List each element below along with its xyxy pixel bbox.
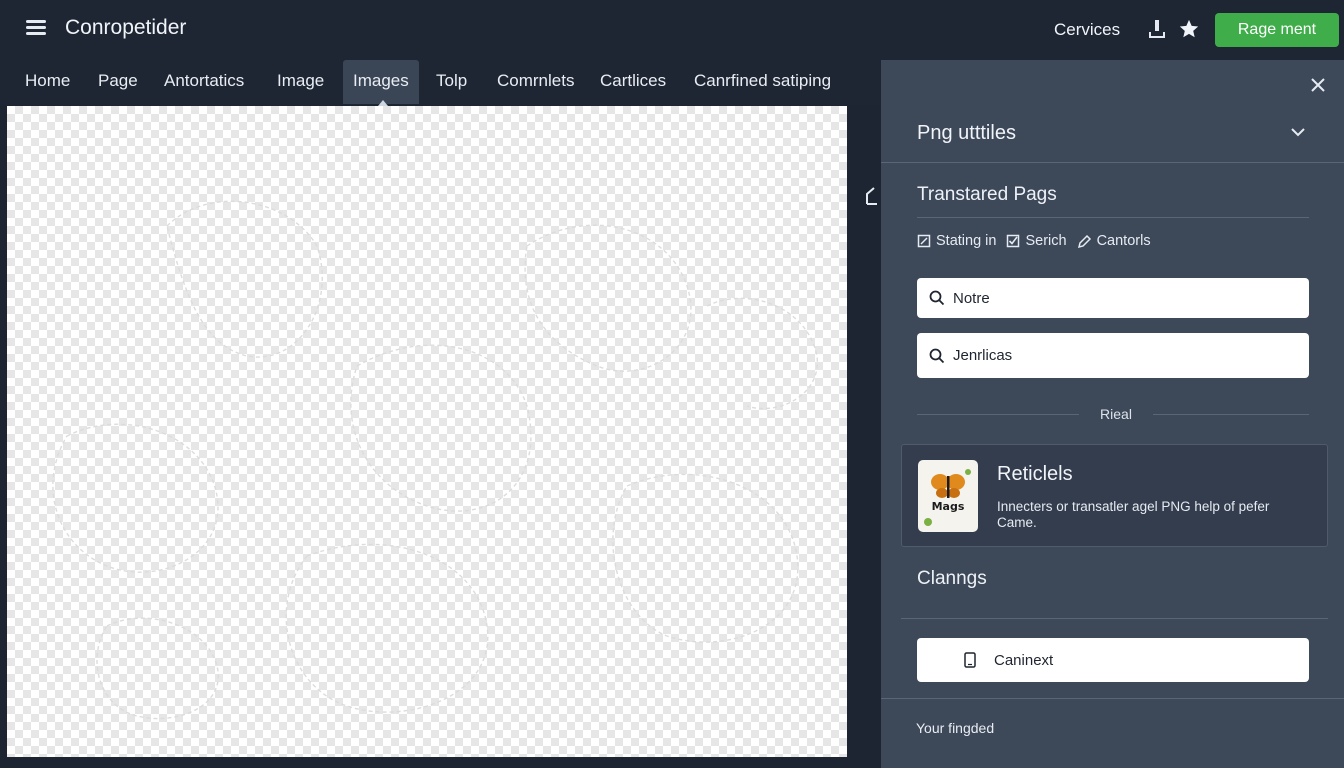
checkbox-icon	[1007, 234, 1020, 248]
hamburger-menu-icon[interactable]	[24, 17, 48, 39]
app-window: Conropetider Cervices Rage ment Home Pag…	[0, 0, 1344, 768]
card-thumb-label: Mags	[931, 500, 965, 513]
nav-item-canrfined-satiping[interactable]: Canrfined satiping	[694, 60, 831, 104]
search-input-value: Jenrlicas	[953, 347, 1013, 364]
close-icon[interactable]	[1309, 76, 1327, 94]
nav-item-image[interactable]: Image	[277, 60, 324, 104]
crop-tool-icon[interactable]	[864, 186, 882, 206]
tool-stating-in[interactable]: Stating in	[917, 233, 996, 249]
butterfly-icon	[924, 469, 971, 526]
card-title: Reticlels	[997, 463, 1073, 485]
connect-button-label: Caninext	[994, 651, 1054, 669]
nav-item-antortatics[interactable]: Antortatics	[164, 60, 244, 104]
star-icon[interactable]	[1178, 18, 1200, 40]
search-input-value: Notre	[953, 289, 990, 307]
chevron-down-icon[interactable]	[1289, 124, 1307, 140]
nav-item-tolp[interactable]: Tolp	[436, 60, 467, 104]
pen-icon	[1077, 234, 1091, 248]
tool-cantorls[interactable]: Cantorls	[1077, 233, 1151, 249]
edit-icon	[917, 234, 931, 248]
search-icon	[929, 290, 945, 306]
primary-action-button[interactable]: Rage ment	[1215, 13, 1339, 47]
search-input-primary[interactable]: Notre	[917, 278, 1309, 318]
panel-header-title: Png utttiles	[917, 122, 1016, 144]
nav-item-images[interactable]: Images	[343, 60, 419, 104]
result-card[interactable]: Mags Reticlels Innecters or transatler a…	[901, 444, 1328, 547]
top-bar: Conropetider Cervices Rage ment	[0, 0, 1344, 60]
tool-label: Serich	[1025, 233, 1067, 249]
faint-outline-artwork	[52, 200, 818, 720]
header-divider	[881, 162, 1344, 163]
divider-left	[917, 414, 1079, 415]
section-title-changes: Clanngs	[917, 568, 987, 589]
card-thumbnail: Mags	[918, 460, 978, 532]
search-icon	[929, 348, 945, 363]
nav-item-home[interactable]: Home	[25, 60, 70, 104]
footer-label: Your fingded	[916, 720, 995, 736]
image-canvas[interactable]	[7, 106, 847, 757]
search-input-secondary[interactable]: Jenrlicas	[917, 333, 1309, 378]
card-description: Innecters or transatler agel PNG help of…	[997, 499, 1270, 530]
main-nav: Home Page Antortatics Image Images Tolp …	[0, 60, 880, 105]
nav-item-cartlices[interactable]: Cartlices	[600, 60, 666, 104]
footer-divider	[881, 698, 1344, 699]
changes-divider	[901, 618, 1328, 619]
tool-serich[interactable]: Serich	[1006, 233, 1067, 249]
upload-icon[interactable]	[1148, 19, 1166, 39]
connect-button[interactable]: Caninext	[917, 638, 1309, 682]
properties-panel: Png utttiles Transtared Pags Stating in …	[881, 60, 1344, 768]
tool-label: Cantorls	[1096, 233, 1151, 249]
divider-label: Rieal	[1100, 406, 1132, 422]
section-title: Transtared Pags	[917, 184, 1057, 205]
divider-right	[1153, 414, 1309, 415]
services-link[interactable]: Cervices	[1054, 20, 1120, 40]
device-icon	[964, 652, 976, 668]
tool-label: Stating in	[936, 233, 997, 249]
nav-item-page[interactable]: Page	[98, 60, 138, 104]
tool-row: Stating in Serich Cantorls	[917, 232, 1161, 250]
section-divider	[917, 217, 1309, 218]
nav-item-comrnlets[interactable]: Comrnlets	[497, 60, 574, 104]
app-title: Conropetider	[65, 16, 187, 39]
